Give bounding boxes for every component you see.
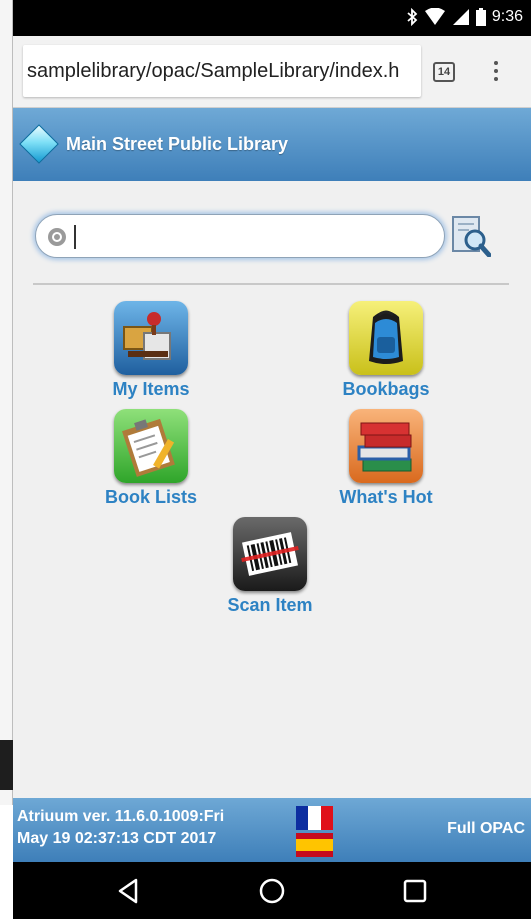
background-window-edge — [0, 0, 13, 805]
tile-label-my-items[interactable]: My Items — [61, 379, 241, 400]
tab-switcher-button[interactable]: 14 — [433, 62, 455, 82]
spanish-flag-icon[interactable] — [296, 833, 333, 857]
version-info: Atriuum ver. 11.6.0.1009:Fri May 19 02:3… — [17, 806, 287, 850]
screen: 9:36 samplelibrary/opac/SampleLibrary/in… — [0, 0, 531, 919]
library-logo-icon[interactable] — [19, 124, 59, 164]
version-line-2: May 19 02:37:13 CDT 2017 — [17, 830, 217, 847]
version-line-1: Atriuum ver. 11.6.0.1009:Fri — [17, 808, 225, 825]
scan-item-tile[interactable]: Scan Item — [180, 517, 360, 616]
back-icon[interactable] — [114, 876, 144, 906]
recent-apps-icon[interactable] — [400, 876, 430, 906]
my-items-icon[interactable] — [114, 301, 188, 375]
main-content: My Items Bookbags Book Lists What's Hot … — [13, 181, 531, 798]
tile-label-bookbags[interactable]: Bookbags — [296, 379, 476, 400]
tile-label-scan-item[interactable]: Scan Item — [180, 595, 360, 616]
my-items-tile[interactable]: My Items — [61, 301, 241, 400]
full-opac-link[interactable]: Full OPAC — [447, 820, 525, 838]
wifi-icon — [424, 8, 445, 25]
browser-toolbar: samplelibrary/opac/SampleLibrary/index.h… — [13, 36, 531, 108]
library-title[interactable]: Main Street Public Library — [66, 134, 288, 155]
search-icon — [48, 228, 66, 246]
book-lists-tile[interactable]: Book Lists — [61, 409, 241, 508]
backpack-icon[interactable] — [349, 301, 423, 375]
bookbags-tile[interactable]: Bookbags — [296, 301, 476, 400]
library-header: Main Street Public Library — [13, 108, 531, 181]
french-flag-icon[interactable] — [296, 806, 333, 830]
book-stack-icon[interactable] — [349, 409, 423, 483]
search-input[interactable] — [76, 221, 436, 251]
background-window-dark-strip — [0, 740, 13, 790]
url-bar[interactable]: samplelibrary/opac/SampleLibrary/index.h — [23, 45, 421, 97]
home-icon[interactable] — [257, 876, 287, 906]
status-icons: 9:36 — [406, 8, 523, 26]
tile-label-book-lists[interactable]: Book Lists — [61, 487, 241, 508]
divider — [33, 283, 509, 285]
tile-label-whats-hot[interactable]: What's Hot — [296, 487, 476, 508]
phone-screen: 9:36 samplelibrary/opac/SampleLibrary/in… — [13, 0, 531, 919]
search-box[interactable] — [35, 214, 445, 258]
status-bar: 9:36 — [13, 0, 531, 36]
status-time: 9:36 — [491, 8, 523, 25]
barcode-scanner-icon[interactable] — [233, 517, 307, 591]
battery-icon — [475, 8, 486, 26]
library-footer: Atriuum ver. 11.6.0.1009:Fri May 19 02:3… — [13, 798, 531, 862]
browser-menu-icon[interactable] — [491, 58, 501, 88]
navigation-bar — [13, 862, 531, 919]
clipboard-list-icon[interactable] — [114, 409, 188, 483]
signal-icon — [452, 9, 469, 25]
whats-hot-tile[interactable]: What's Hot — [296, 409, 476, 508]
bluetooth-icon — [407, 8, 418, 26]
search-button[interactable] — [451, 215, 491, 257]
